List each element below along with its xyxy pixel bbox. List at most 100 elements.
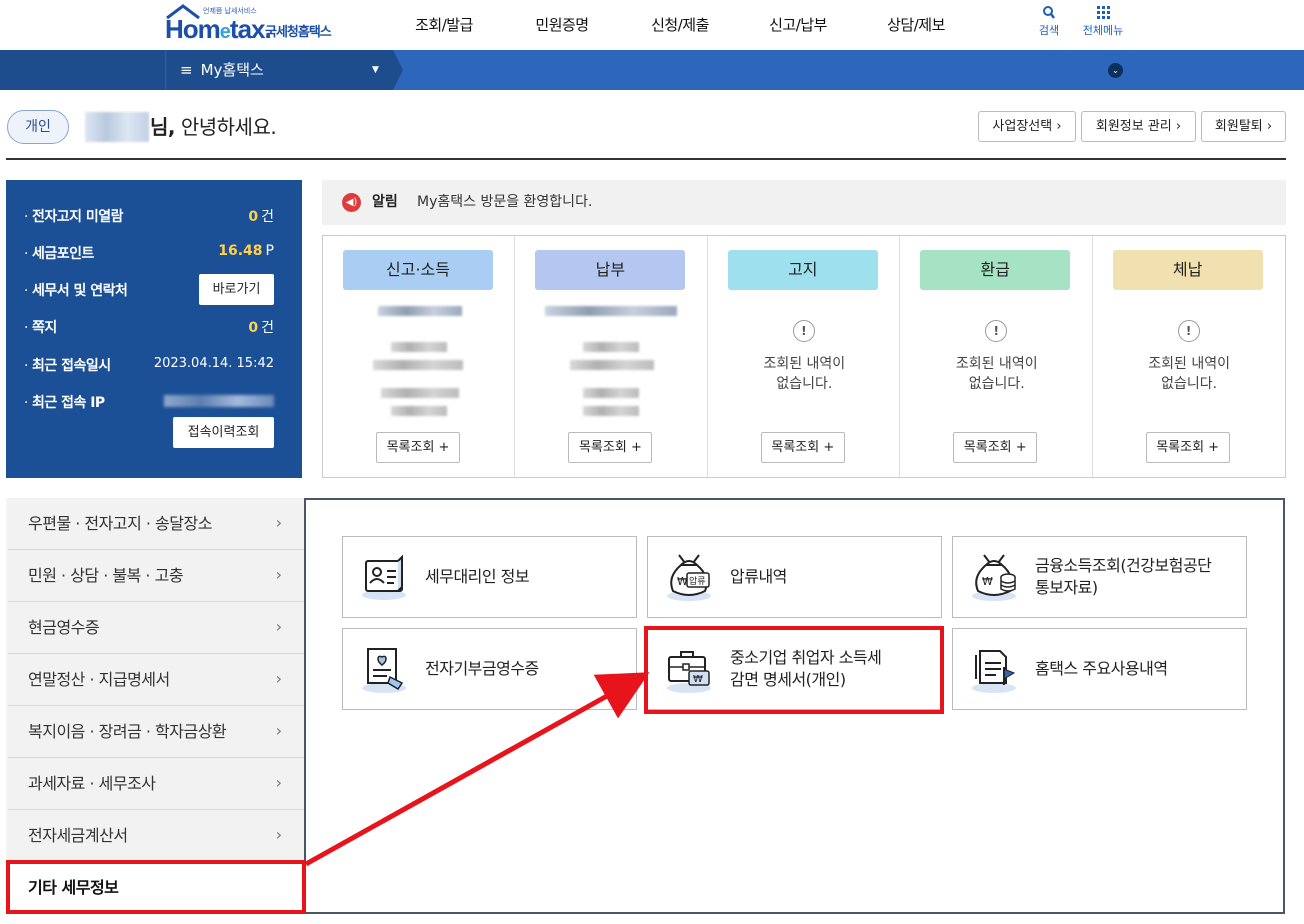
usage-history-doc-icon bbox=[972, 650, 1016, 693]
my-hometax-menu-button[interactable]: ≡ My홈택스 bbox=[180, 50, 264, 90]
exclamation-icon: ! bbox=[1177, 320, 1200, 342]
personal-user-badge: 개인 bbox=[7, 110, 69, 144]
withdraw-member-button[interactable]: 회원탈퇴 › bbox=[1201, 111, 1286, 142]
highlight-other-tax-info bbox=[6, 860, 306, 914]
user-name-redacted bbox=[85, 112, 149, 142]
unread-e-notice-label: · 전자고지 미열람 bbox=[24, 209, 124, 225]
grid-menu-icon bbox=[1097, 6, 1110, 19]
tax-point-label: · 세금포인트 bbox=[24, 246, 94, 262]
chevron-right-icon: › bbox=[275, 617, 282, 636]
menu-mail-notice[interactable]: 우편물 · 전자고지 · 송달장소 › bbox=[8, 498, 304, 550]
tile-tax-agent-info[interactable]: 세무대리인 정보 bbox=[342, 536, 637, 618]
tile-label: 전자기부금영수증 bbox=[425, 659, 539, 678]
gnb-report-payment[interactable]: 신고/납부 bbox=[739, 0, 857, 50]
gnb-certificate[interactable]: 민원증명 bbox=[503, 0, 621, 50]
exclamation-icon: ! bbox=[985, 320, 1008, 342]
card-title[interactable]: 체납 bbox=[1112, 250, 1263, 290]
user-summary-box: · 전자고지 미열람 0건 · 세금포인트 16.48 P · 세무서 및 연락처 바로… bbox=[6, 180, 302, 478]
menu-tax-audit[interactable]: 과세자료 · 세무조사 › bbox=[8, 758, 304, 810]
gnb-inquiry[interactable]: 조회/발급 bbox=[385, 0, 503, 50]
last-login-ip-label: · 최근 접속 IP bbox=[24, 395, 105, 411]
menu-cash-receipt[interactable]: 현금영수증 › bbox=[8, 602, 304, 654]
chevron-right-icon: › bbox=[275, 773, 282, 792]
message-label: · 쪽지 bbox=[24, 320, 57, 336]
section-divider bbox=[6, 158, 1286, 160]
gnb-consult[interactable]: 상담/제보 bbox=[857, 0, 975, 50]
greeting-text: 님, 안녕하세요. bbox=[150, 115, 277, 139]
empty-message: 조회된 내역이 없습니다. bbox=[1148, 356, 1230, 392]
won-symbol: ₩ bbox=[982, 575, 993, 588]
list-view-button[interactable]: 목록조회 + bbox=[760, 432, 845, 463]
select-business-button[interactable]: 사업장선택 › bbox=[978, 111, 1076, 142]
tile-label: 압류내역 bbox=[730, 567, 787, 586]
access-history-button[interactable]: 접속이력조회 bbox=[173, 417, 274, 448]
last-login-datetime: 2023.04.14. 15:42 bbox=[153, 356, 274, 371]
list-view-button[interactable]: 목록조회 + bbox=[1145, 432, 1230, 463]
tile-seizure-history[interactable]: ₩ 압류 압류내역 bbox=[647, 536, 942, 618]
redacted-line bbox=[381, 388, 459, 398]
list-view-button[interactable]: 목록조회 + bbox=[953, 432, 1038, 463]
chevron-right-icon: › bbox=[275, 669, 282, 688]
notice-bar: ◀) 알림 My홈택스 방문을 환영합니다. bbox=[322, 180, 1286, 225]
redacted-line bbox=[378, 306, 462, 316]
financial-income-moneybag-icon: ₩ bbox=[972, 554, 1016, 601]
megaphone-icon: ◀) bbox=[342, 193, 361, 212]
empty-message: 조회된 내역이 없습니다. bbox=[763, 356, 846, 392]
chevron-right-icon: › bbox=[275, 565, 282, 584]
seizure-stamp-text: 압류 bbox=[689, 575, 706, 587]
sub-navbar: ≡ My홈택스 ▼ ⌄ bbox=[0, 50, 1304, 90]
tax-agent-card-icon bbox=[362, 554, 406, 600]
chevron-right-icon: › bbox=[275, 721, 282, 740]
list-view-button[interactable]: 목록조회 + bbox=[568, 432, 653, 463]
menu-civil-complaint[interactable]: 민원 · 상담 · 불복 · 고충 › bbox=[8, 550, 304, 602]
card-title[interactable]: 고지 bbox=[727, 250, 878, 290]
tile-e-donation-receipt[interactable]: 전자기부금영수증 bbox=[342, 628, 637, 710]
card-title[interactable]: 환급 bbox=[920, 250, 1071, 290]
gnb-application[interactable]: 신청/제출 bbox=[621, 0, 739, 50]
last-login-ip-redacted bbox=[164, 395, 274, 407]
unread-e-notice-count[interactable]: 0건 bbox=[248, 206, 274, 226]
card-title[interactable]: 신고·소득 bbox=[343, 250, 493, 290]
expand-circle-icon[interactable]: ⌄ bbox=[1108, 63, 1123, 78]
redacted-line bbox=[583, 406, 640, 416]
message-count[interactable]: 0건 bbox=[248, 317, 274, 337]
card-arrears: 체납 ! 조회된 내역이 없습니다. 목록조회 + bbox=[1093, 236, 1285, 477]
navbar-divider bbox=[165, 50, 166, 90]
card-title[interactable]: 납부 bbox=[535, 250, 686, 290]
search-icon bbox=[1043, 6, 1055, 19]
donation-receipt-icon bbox=[362, 648, 406, 693]
menu-year-end-settlement[interactable]: 연말정산 · 지급명세서 › bbox=[8, 654, 304, 706]
redacted-line bbox=[391, 342, 447, 352]
redacted-line bbox=[545, 306, 678, 316]
all-menu-label: 전체메뉴 bbox=[1082, 24, 1124, 37]
redacted-line bbox=[583, 388, 640, 398]
card-notice-bill: 고지 ! 조회된 내역이 없습니다. 목록조회 + bbox=[708, 236, 901, 477]
exclamation-icon: ! bbox=[792, 320, 815, 342]
tax-point-value[interactable]: 16.48 P bbox=[218, 243, 274, 259]
menu-welfare-incentive[interactable]: 복지이음 · 장려금 · 학자금상환 › bbox=[8, 706, 304, 758]
menu-e-tax-invoice[interactable]: 전자세금계산서 › bbox=[8, 810, 304, 862]
top-header: 언제쯤 납세서비스 Hometax. 국세청홈택스 조회/발급 민원증명 신청/… bbox=[0, 0, 1304, 50]
tax-office-shortcut-button[interactable]: 바로가기 bbox=[199, 274, 274, 305]
tile-label: 금융소득조회(건강보험공단 통보자료) bbox=[1035, 556, 1212, 597]
redacted-line bbox=[570, 360, 655, 370]
chevron-right-icon: › bbox=[275, 825, 282, 844]
tax-office-contact-label: · 세무서 및 연락처 bbox=[24, 283, 128, 299]
navbar-breadcrumb-arrow bbox=[393, 50, 403, 90]
navbar-title-text: My홈택스 bbox=[200, 61, 264, 79]
tile-financial-income[interactable]: ₩ 금융소득조회(건강보험공단 통보자료) bbox=[952, 536, 1247, 618]
list-view-button[interactable]: 목록조회 + bbox=[376, 432, 460, 463]
tile-hometax-usage-history[interactable]: 홈택스 주요사용내역 bbox=[952, 628, 1247, 710]
hamburger-icon: ≡ bbox=[180, 61, 193, 79]
card-filing-income: 신고·소득 목록조회 + bbox=[323, 236, 516, 477]
search-button[interactable]: 검색 bbox=[1034, 4, 1064, 38]
summary-cards: 신고·소득 목록조회 + 납부 목록조회 + 고지 ! 조회된 내역이 없습니다.… bbox=[322, 235, 1286, 478]
empty-message: 조회된 내역이 없습니다. bbox=[955, 356, 1038, 392]
all-menu-button[interactable]: 전체메뉴 bbox=[1076, 4, 1130, 38]
redacted-line bbox=[373, 360, 463, 370]
caret-down-icon[interactable]: ▼ bbox=[372, 50, 379, 90]
member-info-button[interactable]: 회원정보 관리 › bbox=[1081, 111, 1196, 142]
chevron-right-icon: › bbox=[275, 513, 282, 532]
highlight-sme-tax-reduction bbox=[644, 626, 944, 714]
hometax-logo[interactable]: 언제쯤 납세서비스 Hometax. 국세청홈택스 bbox=[165, 4, 355, 46]
